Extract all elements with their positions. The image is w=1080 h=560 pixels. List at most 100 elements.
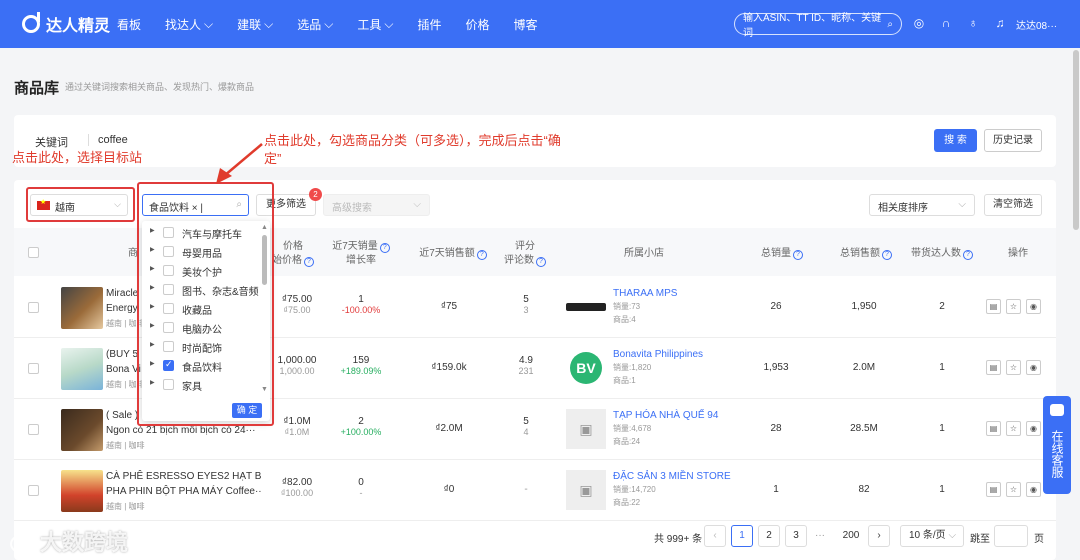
watermark: 大数跨境 <box>10 525 128 557</box>
product-name-line1: (BUY 5 <box>106 349 139 360</box>
table-row[interactable]: CÀ PHÊ ESRESSO EYES2 HẠT BỘT PHA PHIN BỘT… <box>14 460 1056 521</box>
nav-product-selection[interactable]: 选品 ⌵ <box>297 16 333 33</box>
reviews: 4 <box>523 427 529 437</box>
nav-find-creators[interactable]: 找达人 ⌵ <box>165 16 213 33</box>
nav-plugin[interactable]: 插件 <box>418 16 442 33</box>
header-total-revenue[interactable]: 总销售额? <box>836 247 896 261</box>
goto-page-input[interactable] <box>994 525 1028 547</box>
price: ₫75.00 <box>281 294 313 305</box>
shop-logo[interactable]: BV <box>570 352 602 384</box>
product-name-line2: Energy <box>106 303 138 314</box>
next-page-button[interactable]: › <box>868 525 890 547</box>
help-icon[interactable]: ? <box>304 257 314 267</box>
detail-icon[interactable]: ▤ <box>986 482 1001 497</box>
nav-outreach[interactable]: 建联 ⌵ <box>237 16 273 33</box>
image-placeholder-icon[interactable]: ▣ <box>566 409 606 449</box>
bulb-icon[interactable]: ♁ <box>966 16 980 30</box>
rating-cell: 54 <box>516 416 536 438</box>
shop-items: 商品:22 <box>613 498 641 507</box>
help-icon[interactable]: ? <box>793 250 803 260</box>
sales7-cell: 1 -100.00% <box>331 294 391 316</box>
prev-page-button[interactable]: ‹ <box>704 525 726 547</box>
price-cell: ₫1.0M ₫1.0M <box>272 416 322 438</box>
image-placeholder-icon[interactable]: ▣ <box>566 470 606 510</box>
total-sales: 1 <box>773 484 779 495</box>
advanced-search-select[interactable]: 高级搜索 ⌵ <box>323 194 430 216</box>
global-search-input[interactable]: 输入ASIN、TT ID、昵称、关键词 ⌕ <box>734 13 902 39</box>
nav-blog[interactable]: 博客 <box>514 16 538 33</box>
shop-name-link[interactable]: Bonavita Philippines <box>613 349 703 360</box>
header-revenue7[interactable]: 近7天销售额? <box>410 247 496 261</box>
page-button[interactable]: 2 <box>758 525 780 547</box>
shop-sales: 销量:14,720 <box>613 485 656 494</box>
help-icon[interactable]: ? <box>379 243 390 253</box>
star-icon[interactable]: ☆ <box>1006 299 1021 314</box>
clear-filters-button[interactable]: 清空筛选 <box>984 194 1042 216</box>
row-checkbox[interactable] <box>28 302 39 313</box>
headset-icon[interactable]: ∩ <box>939 16 953 30</box>
help-icon[interactable]: ? <box>882 250 892 260</box>
nav-tools[interactable]: 工具 ⌵ <box>357 16 393 33</box>
sort-select[interactable]: 相关度排序 ⌵ <box>869 194 975 216</box>
row-checkbox[interactable] <box>28 363 39 374</box>
help-icon[interactable]: ? <box>536 257 546 267</box>
star-icon[interactable]: ☆ <box>1006 360 1021 375</box>
product-image[interactable] <box>61 409 103 451</box>
eye-icon[interactable]: ◉ <box>1026 299 1041 314</box>
header-rating[interactable]: 评分 评论数? <box>502 240 548 268</box>
header-creators[interactable]: 带货达人数? <box>910 247 974 261</box>
help-icon[interactable]: ? <box>476 250 487 260</box>
total-sales: 28 <box>770 423 782 434</box>
growth-rate: -100.00% <box>341 305 381 315</box>
header-price[interactable]: 价格 始价格? <box>268 240 318 268</box>
history-button[interactable]: 历史记录 <box>984 129 1042 152</box>
detail-icon[interactable]: ▤ <box>986 421 1001 436</box>
online-service-button[interactable]: 在线客服 <box>1043 396 1071 494</box>
detail-icon[interactable]: ▤ <box>986 360 1001 375</box>
product-image[interactable] <box>61 287 103 329</box>
shop-name-link[interactable]: ĐẶC SẢN 3 MIỀN STORE <box>613 471 731 482</box>
shop-items: 商品:24 <box>613 437 641 446</box>
page-scrollbar[interactable] <box>1073 50 1079 230</box>
page-size-select[interactable]: 10 条/页 ⌵ <box>900 525 964 547</box>
nav-pricing[interactable]: 价格 <box>466 16 490 33</box>
product-image[interactable] <box>61 348 103 390</box>
row-actions: ▤ ☆ ◉ <box>986 360 1041 375</box>
product-image[interactable] <box>61 470 103 512</box>
eye-icon[interactable]: ◉ <box>1026 482 1041 497</box>
page-button[interactable]: 1 <box>731 525 753 547</box>
page-button[interactable]: 3 <box>785 525 807 547</box>
bell-icon[interactable]: ♫ <box>993 16 1007 30</box>
page-button[interactable]: 200 <box>840 525 862 547</box>
header-ops: 操作 <box>1008 248 1028 259</box>
header-revenue7-label: 近7天销售额 <box>419 248 475 259</box>
page-ellipsis[interactable]: ··· <box>815 530 825 552</box>
star-icon[interactable]: ☆ <box>1006 421 1021 436</box>
shop-logo[interactable] <box>566 287 606 327</box>
header-sales7[interactable]: 近7天销量? 增长率 <box>328 240 394 268</box>
globe-icon[interactable]: ◎ <box>912 16 926 30</box>
header-total-sales[interactable]: 总销量? <box>754 247 810 261</box>
star-icon[interactable]: ☆ <box>1006 482 1021 497</box>
search-button[interactable]: 搜 索 <box>934 129 977 152</box>
header-price-orig-label: 始价格 <box>272 255 302 266</box>
keyword-input[interactable]: coffee <box>98 134 128 146</box>
global-search-placeholder: 输入ASIN、TT ID、昵称、关键词 <box>743 13 882 39</box>
eye-icon[interactable]: ◉ <box>1026 421 1041 436</box>
shop-name-link[interactable]: TẠP HÓA NHÀ QUẾ 94 <box>613 410 718 421</box>
help-icon[interactable]: ? <box>963 250 973 260</box>
brand-logo[interactable]: 达人精灵 <box>22 12 117 36</box>
row-actions: ▤ ☆ ◉ <box>986 482 1041 497</box>
user-menu[interactable]: 达达08··· <box>1016 17 1057 32</box>
detail-icon[interactable]: ▤ <box>986 299 1001 314</box>
row-checkbox[interactable] <box>28 424 39 435</box>
product-name[interactable]: CÀ PHÊ ESRESSO EYES2 HẠT BỘT PHA PHIN BỘT… <box>106 469 261 499</box>
select-all-checkbox[interactable] <box>28 247 39 258</box>
annotation-arrow <box>216 143 263 184</box>
shop-name-link[interactable]: THARAA MPS <box>613 288 677 299</box>
row-checkbox[interactable] <box>28 485 39 496</box>
annotation-box-category <box>137 182 274 426</box>
eye-icon[interactable]: ◉ <box>1026 360 1041 375</box>
nav-dashboard[interactable]: 看板 <box>117 16 141 33</box>
sales7-cell: 2 +100.00% <box>331 416 391 438</box>
